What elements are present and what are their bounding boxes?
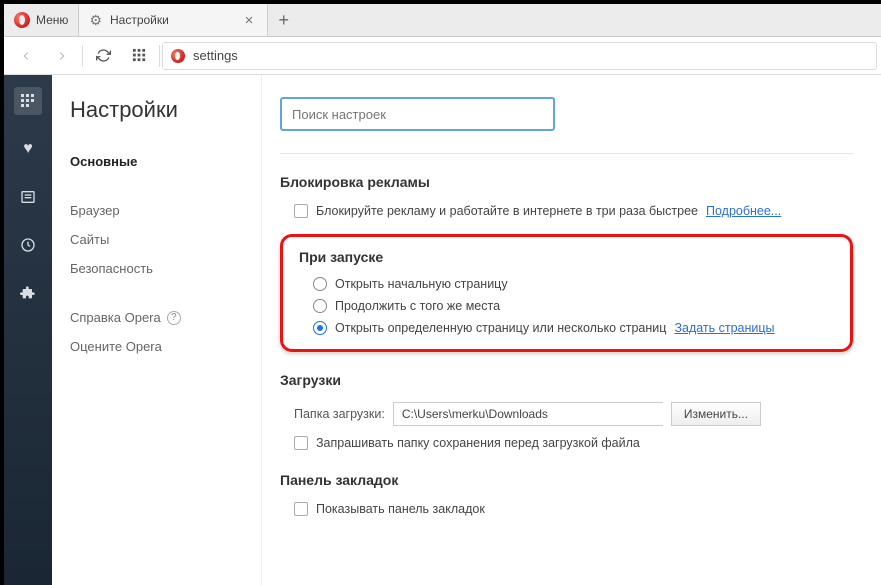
startup-option-label: Открыть определенную страницу или нескол… (335, 321, 666, 335)
sidebar-icons: ♥ (4, 75, 52, 585)
toolbar-divider (82, 45, 83, 67)
nav-item-rate[interactable]: Оцените Opera (70, 332, 243, 361)
section-bookmarks-heading: Панель закладок (280, 472, 853, 488)
page-title: Настройки (70, 97, 243, 123)
startup-option-label: Открыть начальную страницу (335, 277, 508, 291)
download-ask-checkbox[interactable] (294, 436, 308, 450)
download-change-button[interactable]: Изменить... (671, 402, 761, 426)
tab-settings[interactable]: ⚙ Настройки × (78, 4, 268, 36)
adblock-learn-more-link[interactable]: Подробнее... (706, 204, 781, 218)
search-input[interactable] (280, 97, 555, 131)
section-downloads-heading: Загрузки (280, 372, 853, 388)
download-folder-path: C:\Users\merku\Downloads (393, 402, 663, 426)
tab-title: Настройки (110, 13, 169, 27)
nav-item-security[interactable]: Безопасность (70, 254, 243, 283)
help-label: Справка Opera (70, 310, 161, 325)
speed-dial-icon[interactable] (14, 87, 42, 115)
menu-label: Меню (36, 13, 68, 27)
opera-logo-icon (14, 12, 30, 28)
bookmarks-icon[interactable]: ♥ (14, 135, 42, 163)
settings-nav: Настройки Основные Браузер Сайты Безопас… (52, 75, 262, 585)
toolbar: settings (4, 37, 881, 75)
settings-content: Блокировка рекламы Блокируйте рекламу и … (262, 75, 881, 585)
download-ask-label: Запрашивать папку сохранения перед загру… (316, 436, 640, 450)
menu-button[interactable]: Меню (4, 4, 78, 36)
reload-button[interactable] (85, 40, 121, 72)
section-startup-heading: При запуске (299, 249, 834, 265)
adblock-label: Блокируйте рекламу и работайте в интерне… (316, 204, 698, 218)
adblock-checkbox[interactable] (294, 204, 308, 218)
url-text: settings (193, 48, 238, 63)
nav-item-basic[interactable]: Основные (70, 147, 243, 176)
startup-callout: При запуске Открыть начальную страницу П… (280, 234, 853, 352)
startup-radio-homepage[interactable] (313, 277, 327, 291)
opera-icon (171, 49, 185, 63)
nav-item-browser[interactable]: Браузер (70, 196, 243, 225)
titlebar: Меню ⚙ Настройки × + (4, 4, 881, 37)
speed-dial-button[interactable] (121, 40, 157, 72)
gear-icon: ⚙ (89, 12, 102, 29)
url-bar[interactable]: settings (162, 42, 877, 70)
startup-radio-continue[interactable] (313, 299, 327, 313)
nav-item-sites[interactable]: Сайты (70, 225, 243, 254)
new-tab-button[interactable]: + (268, 4, 299, 36)
startup-option-label: Продолжить с того же места (335, 299, 500, 313)
back-button[interactable] (8, 40, 44, 72)
nav-item-help[interactable]: Справка Opera ? (70, 303, 243, 332)
extensions-icon[interactable] (14, 279, 42, 307)
divider (280, 153, 853, 154)
help-icon: ? (167, 311, 181, 325)
forward-button[interactable] (44, 40, 80, 72)
toolbar-divider (159, 45, 160, 67)
show-bookmarks-checkbox[interactable] (294, 502, 308, 516)
history-icon[interactable] (14, 231, 42, 259)
news-icon[interactable] (14, 183, 42, 211)
show-bookmarks-label: Показывать панель закладок (316, 502, 485, 516)
section-adblock-heading: Блокировка рекламы (280, 174, 853, 190)
set-pages-link[interactable]: Задать страницы (674, 321, 774, 335)
close-tab-button[interactable]: × (241, 12, 258, 29)
startup-radio-specific[interactable] (313, 321, 327, 335)
download-folder-label: Папка загрузки: (294, 407, 385, 421)
